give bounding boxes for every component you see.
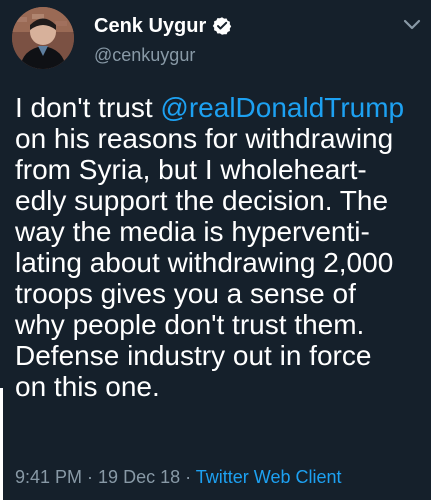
meta-separator: · — [180, 467, 196, 487]
tweet-time[interactable]: 9:41 PM — [15, 467, 82, 487]
author-name-row: Cenk Uygur — [94, 13, 354, 39]
tweet-text: I don't trust @realDonaldTrump on his re… — [15, 92, 419, 402]
author-display-name[interactable]: Cenk Uygur — [94, 14, 206, 38]
author-handle[interactable]: @cenkuygur — [94, 45, 354, 65]
screen-edge-mark — [0, 388, 3, 500]
author-info: Cenk Uygur @cenkuygur — [94, 13, 354, 65]
tweet-text-body: on his reasons for withdrawing from Syri… — [15, 123, 394, 402]
tweet-client-link[interactable]: Twitter Web Client — [196, 467, 342, 487]
verified-badge-icon — [212, 16, 232, 36]
author-avatar[interactable] — [12, 7, 74, 69]
tweet-meta: 9:41 PM · 19 Dec 18 · Twitter Web Client — [15, 466, 415, 488]
chevron-down-icon[interactable] — [403, 18, 421, 30]
tweet-card: Cenk Uygur @cenkuygur I don't trust @rea… — [0, 0, 431, 500]
meta-separator: · — [82, 467, 99, 487]
mention-link[interactable]: @realDonaldTrump — [160, 92, 404, 123]
tweet-text-intro: I don't trust — [15, 92, 161, 123]
avatar-image — [12, 7, 74, 69]
tweet-date[interactable]: 19 Dec 18 — [98, 467, 180, 487]
